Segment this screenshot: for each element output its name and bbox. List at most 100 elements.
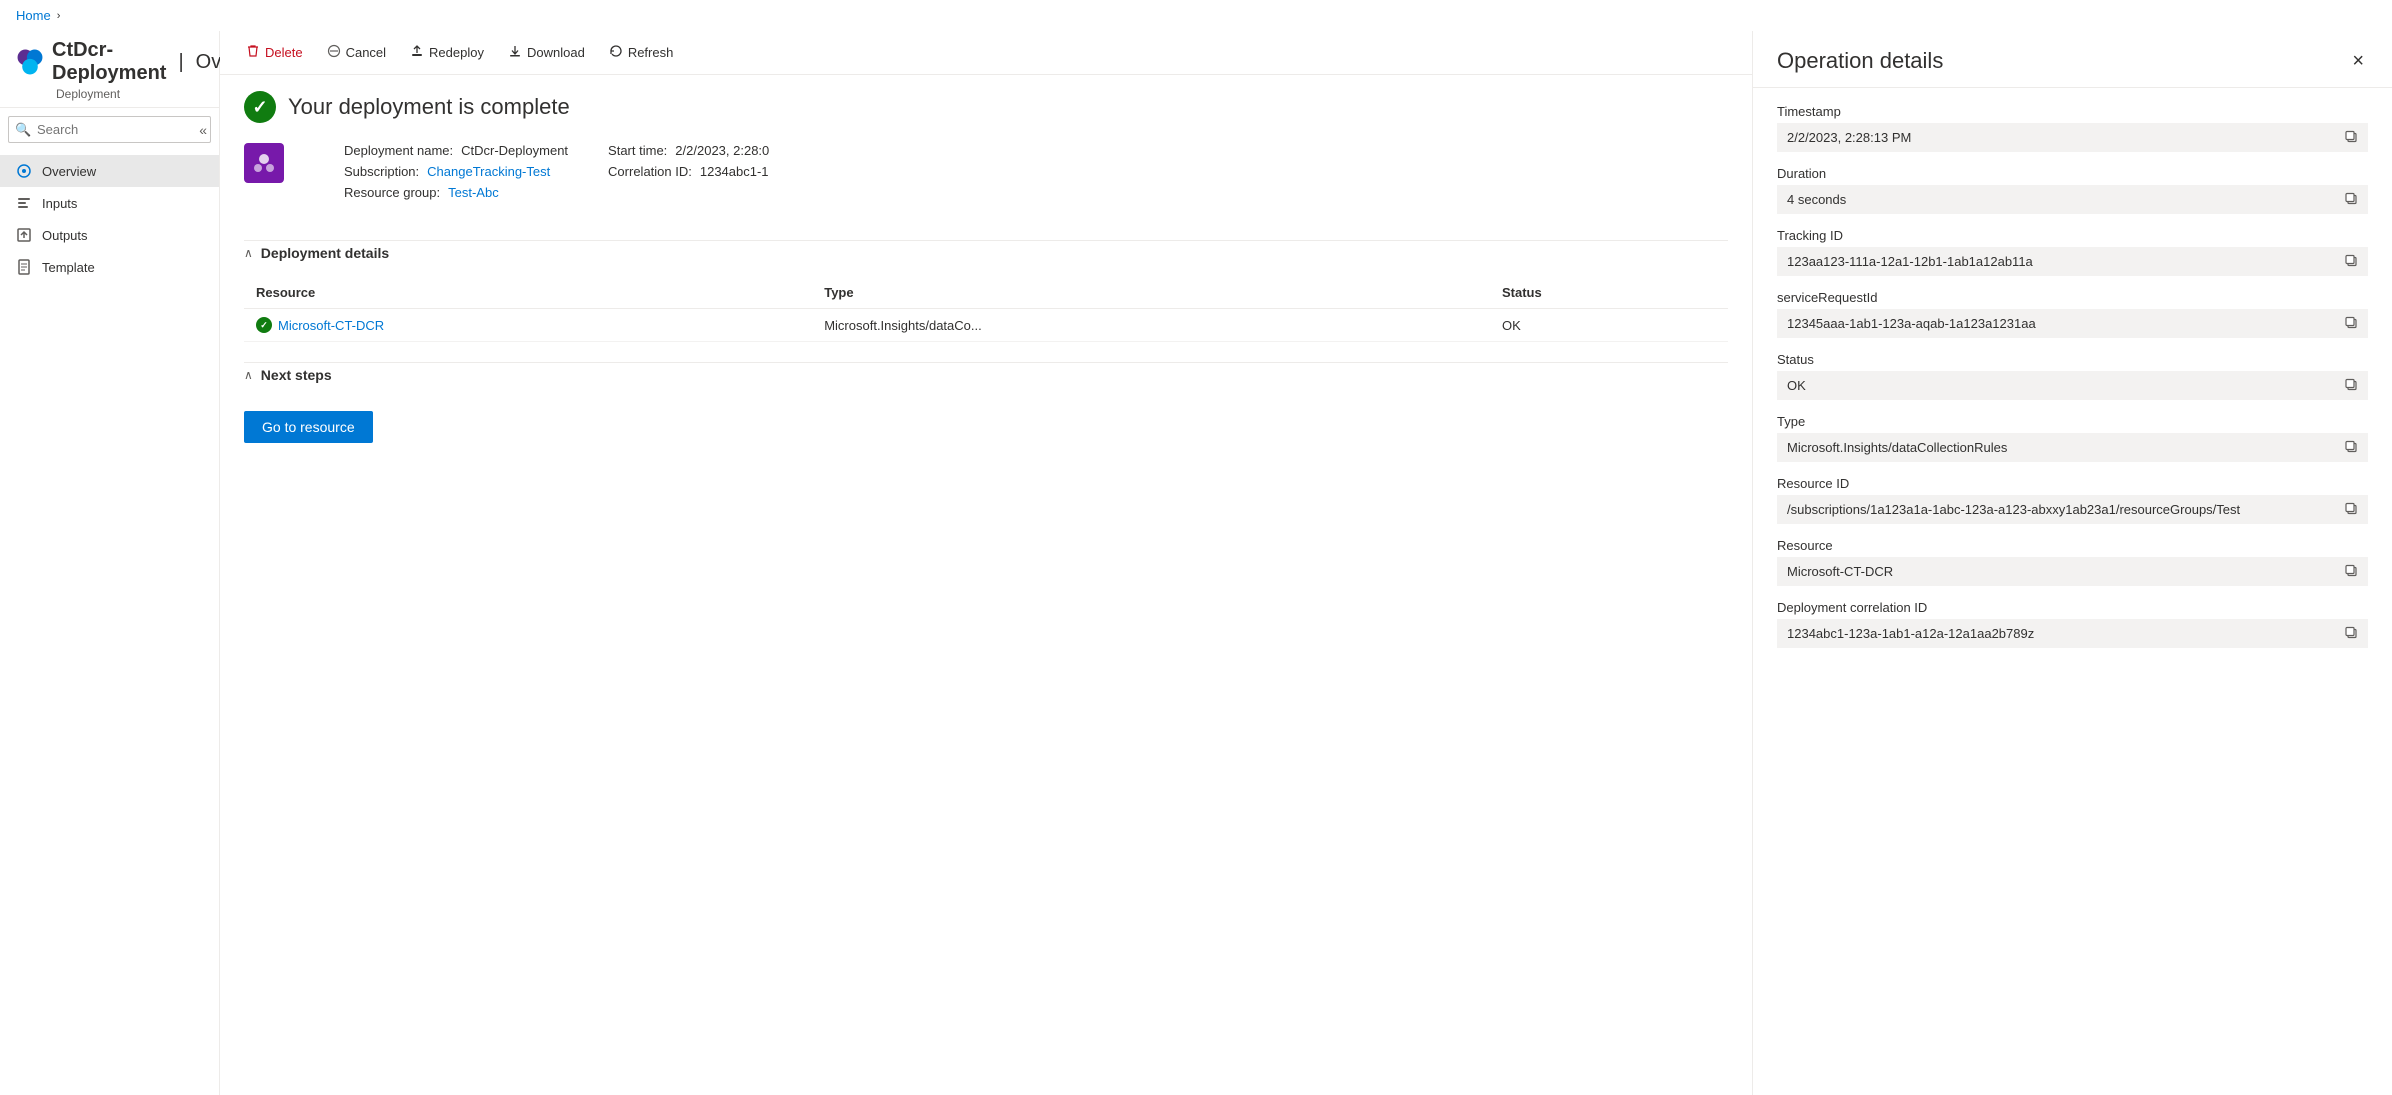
correlation-value: 1234abc1-1 xyxy=(700,164,769,179)
field-label-duration: Duration xyxy=(1777,166,2368,181)
next-steps-section: ∧ Next steps Go to resource xyxy=(244,362,1728,443)
field-value-timestamp: 2/2/2023, 2:28:13 PM xyxy=(1777,123,2368,152)
info-name-row: Deployment name: CtDcr-Deployment xyxy=(344,143,568,158)
field-value-service_request_id: 12345aaa-1ab1-123a-aqab-1a123a1231aa xyxy=(1777,309,2368,338)
sidebar-item-overview[interactable]: Overview xyxy=(0,155,219,187)
info-col-right: Start time: 2/2/2023, 2:28:0 Correlation… xyxy=(608,143,769,200)
row-status-icon xyxy=(256,317,272,333)
sidebar-item-outputs-label: Outputs xyxy=(42,228,88,243)
download-button[interactable]: Download xyxy=(498,39,595,66)
sidebar: CtDcr-Deployment | Overview 📌 ··· Deploy… xyxy=(0,31,220,1095)
breadcrumb-home[interactable]: Home xyxy=(16,8,51,23)
cancel-button[interactable]: Cancel xyxy=(317,39,396,66)
resource-link[interactable]: Microsoft-CT-DCR xyxy=(278,318,384,333)
start-time-label: Start time: xyxy=(608,143,667,158)
sidebar-item-outputs[interactable]: Outputs xyxy=(0,219,219,251)
deployment-name-label: Deployment name: xyxy=(344,143,453,158)
deployment-info: Deployment name: CtDcr-Deployment Subscr… xyxy=(300,143,769,200)
field-group-service_request_id: serviceRequestId12345aaa-1ab1-123a-aqab-… xyxy=(1777,290,2368,338)
copy-button-resource_id[interactable] xyxy=(2340,499,2362,520)
field-value-status: OK xyxy=(1777,371,2368,400)
table-cell-type: Microsoft.Insights/dataCo... xyxy=(812,309,1490,342)
table-cell-status: OK xyxy=(1490,309,1728,342)
field-label-tracking_id: Tracking ID xyxy=(1777,228,2368,243)
close-panel-button[interactable]: × xyxy=(2348,47,2368,75)
info-subscription-row: Subscription: ChangeTracking-Test xyxy=(344,164,568,179)
breadcrumb-chevron: › xyxy=(57,10,61,22)
col-type: Type xyxy=(812,277,1490,309)
field-label-resource_id: Resource ID xyxy=(1777,476,2368,491)
redeploy-button[interactable]: Redeploy xyxy=(400,39,494,66)
info-starttime-row: Start time: 2/2/2023, 2:28:0 xyxy=(608,143,769,158)
field-value-wrap-type: Microsoft.Insights/dataCollectionRules xyxy=(1777,433,2368,462)
title-separator: | xyxy=(178,51,183,74)
subscription-value[interactable]: ChangeTracking-Test xyxy=(427,164,550,179)
field-value-duration: 4 seconds xyxy=(1777,185,2368,214)
cancel-icon xyxy=(327,44,341,61)
field-group-deployment_correlation_id: Deployment correlation ID 1234abc1-123a-1… xyxy=(1777,600,2368,648)
field-value-type: Microsoft.Insights/dataCollectionRules xyxy=(1777,433,2368,462)
field-group-tracking_id: Tracking ID 123aa123-111a-12a1-12b1-1ab1a… xyxy=(1777,228,2368,276)
sidebar-item-template[interactable]: Template xyxy=(0,251,219,283)
field-group-resource: ResourceMicrosoft-CT-DCR xyxy=(1777,538,2368,586)
start-time-value: 2/2/2023, 2:28:0 xyxy=(675,143,769,158)
subscription-label: Subscription: xyxy=(344,164,419,179)
download-icon xyxy=(508,44,522,61)
search-icon: 🔍 xyxy=(15,122,31,138)
resource-group-value[interactable]: Test-Abc xyxy=(448,185,499,200)
field-value-wrap-tracking_id: 123aa123-111a-12a1-12b1-1ab1a12ab11a xyxy=(1777,247,2368,276)
field-group-timestamp: Timestamp 2/2/2023, 2:28:13 PM xyxy=(1777,104,2368,152)
delete-button[interactable]: Delete xyxy=(236,39,313,66)
panel-title: Operation details xyxy=(1777,48,1943,74)
field-label-type: Type xyxy=(1777,414,2368,429)
field-value-wrap-service_request_id: 12345aaa-1ab1-123a-aqab-1a123a1231aa xyxy=(1777,309,2368,338)
field-value-wrap-deployment_correlation_id: 1234abc1-123a-1ab1-a12a-12a1aa2b789z xyxy=(1777,619,2368,648)
copy-button-duration[interactable] xyxy=(2340,189,2362,210)
overview-icon xyxy=(16,163,32,179)
field-value-deployment_correlation_id: 1234abc1-123a-1ab1-a12a-12a1aa2b789z xyxy=(1777,619,2368,648)
deployment-icon xyxy=(244,143,284,183)
deployment-table: Resource Type Status Microsoft-CT-DCR xyxy=(244,277,1728,342)
field-label-status: Status xyxy=(1777,352,2368,367)
table-row[interactable]: Microsoft-CT-DCR Microsoft.Insights/data… xyxy=(244,309,1728,342)
sidebar-item-inputs[interactable]: Inputs xyxy=(0,187,219,219)
success-title: Your deployment is complete xyxy=(288,94,570,120)
sidebar-nav: Overview Inputs xyxy=(0,151,219,1095)
field-group-resource_id: Resource ID/subscriptions/1a123a1a-1abc-… xyxy=(1777,476,2368,524)
table-cell-resource: Microsoft-CT-DCR xyxy=(244,309,812,342)
field-group-type: Type Microsoft.Insights/dataCollectionRul… xyxy=(1777,414,2368,462)
inputs-icon xyxy=(16,195,32,211)
next-steps-title: Next steps xyxy=(261,367,332,383)
field-value-resource_id: /subscriptions/1a123a1a-1abc-123a-a123-a… xyxy=(1777,495,2368,524)
go-to-resource-button[interactable]: Go to resource xyxy=(244,411,373,443)
copy-button-status[interactable] xyxy=(2340,375,2362,396)
copy-button-type[interactable] xyxy=(2340,437,2362,458)
field-label-deployment_correlation_id: Deployment correlation ID xyxy=(1777,600,2368,615)
field-value-wrap-duration: 4 seconds xyxy=(1777,185,2368,214)
copy-button-deployment_correlation_id[interactable] xyxy=(2340,623,2362,644)
sidebar-item-inputs-label: Inputs xyxy=(42,196,77,211)
copy-button-tracking_id[interactable] xyxy=(2340,251,2362,272)
sidebar-item-template-label: Template xyxy=(42,260,95,275)
deployment-details-section-header[interactable]: ∧ Deployment details xyxy=(244,240,1728,265)
field-value-tracking_id: 123aa123-111a-12a1-12b1-1ab1a12ab11a xyxy=(1777,247,2368,276)
refresh-button[interactable]: Refresh xyxy=(599,39,684,66)
field-group-duration: Duration 4 seconds xyxy=(1777,166,2368,214)
collapse-sidebar-button[interactable]: « xyxy=(193,118,213,142)
delete-icon xyxy=(246,44,260,61)
field-value-wrap-resource: Microsoft-CT-DCR xyxy=(1777,557,2368,586)
field-label-timestamp: Timestamp xyxy=(1777,104,2368,119)
copy-button-service_request_id[interactable] xyxy=(2340,313,2362,334)
search-input[interactable] xyxy=(8,116,211,143)
toolbar: Delete Cancel Redeploy xyxy=(220,31,1752,75)
info-correlation-row: Correlation ID: 1234abc1-1 xyxy=(608,164,769,179)
field-value-wrap-resource_id: /subscriptions/1a123a1a-1abc-123a-a123-a… xyxy=(1777,495,2368,524)
correlation-label: Correlation ID: xyxy=(608,164,692,179)
template-icon xyxy=(16,259,32,275)
copy-button-resource[interactable] xyxy=(2340,561,2362,582)
refresh-icon xyxy=(609,44,623,61)
panel-header: Operation details × xyxy=(1753,31,2392,88)
next-steps-section-header[interactable]: ∧ Next steps xyxy=(244,362,1728,387)
sidebar-item-overview-label: Overview xyxy=(42,164,96,179)
copy-button-timestamp[interactable] xyxy=(2340,127,2362,148)
